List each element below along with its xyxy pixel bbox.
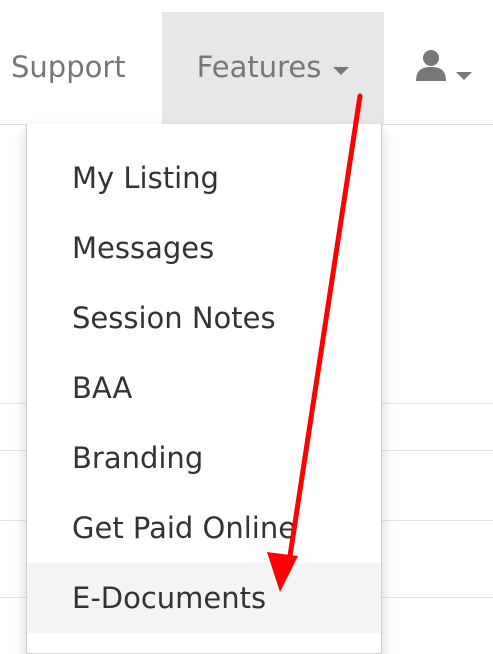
menu-item-baa[interactable]: BAA	[27, 353, 381, 423]
menu-item-e-documents[interactable]: E-Documents	[27, 563, 381, 633]
menu-item-branding[interactable]: Branding	[27, 423, 381, 493]
nav-support-label: Support	[11, 50, 126, 84]
caret-down-icon	[456, 72, 472, 80]
menu-item-get-paid-online[interactable]: Get Paid Online	[27, 493, 381, 563]
user-icon	[416, 50, 446, 81]
nav-features-label: Features	[196, 50, 322, 84]
nav-user-dropdown-toggle[interactable]	[400, 12, 493, 124]
menu-item-messages[interactable]: Messages	[27, 213, 381, 283]
menu-item-session-notes[interactable]: Session Notes	[27, 283, 381, 353]
features-dropdown-menu: My Listing Messages Session Notes BAA Br…	[26, 124, 382, 654]
nav-features-dropdown-toggle[interactable]: Features	[162, 12, 384, 124]
menu-item-my-listing[interactable]: My Listing	[27, 143, 381, 213]
top-navbar: Support Features	[0, 0, 493, 125]
caret-down-icon	[333, 67, 350, 75]
nav-support-link[interactable]: Support	[0, 12, 160, 124]
